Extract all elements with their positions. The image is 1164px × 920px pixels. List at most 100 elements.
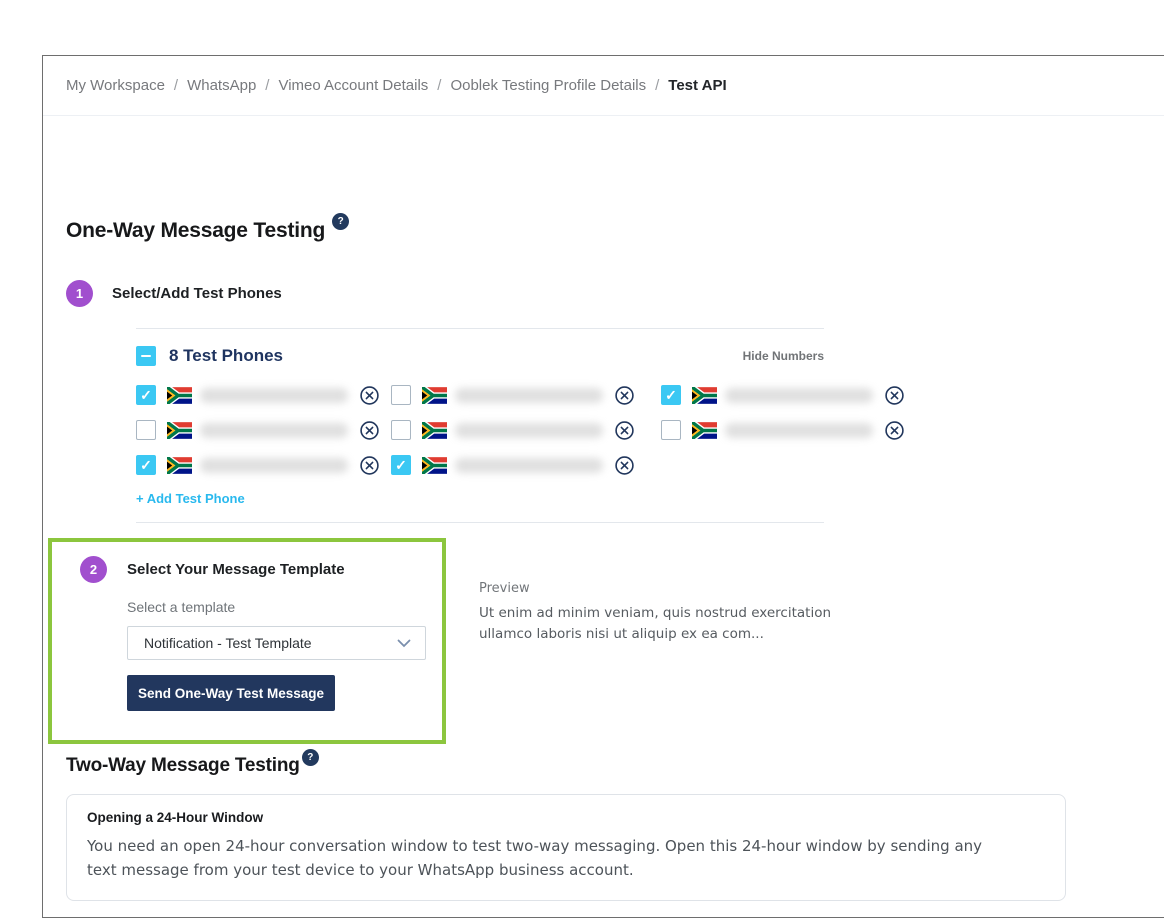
test-phone-item: ✓ (391, 454, 661, 476)
blurred-phone-number (200, 388, 348, 403)
blurred-phone-number (455, 388, 603, 403)
one-way-section-title: One-Way Message Testing? (66, 219, 1164, 243)
remove-phone-icon (360, 421, 379, 440)
remove-phone-icon (360, 456, 379, 475)
south-africa-flag-icon (422, 387, 447, 404)
breadcrumb-item-profile-details[interactable]: Ooblek Testing Profile Details (450, 77, 646, 94)
divider (136, 328, 824, 329)
info-box-body: You need an open 24-hour conversation wi… (87, 834, 992, 882)
remove-phone-icon (885, 421, 904, 440)
step2-number-badge: 2 (80, 556, 107, 583)
test-phone-item: ✓ (136, 454, 391, 476)
blurred-phone-number (725, 423, 873, 438)
south-africa-flag-icon (692, 422, 717, 439)
two-way-section-title: Two-Way Message Testing? (66, 755, 1164, 777)
phone-checkbox[interactable]: ✓ (136, 455, 156, 475)
breadcrumb-item-account-details[interactable]: Vimeo Account Details (278, 77, 428, 94)
info-box-title: Opening a 24-Hour Window (87, 810, 1045, 825)
send-one-way-test-button[interactable]: Send One-Way Test Message (127, 675, 335, 711)
flag-icon-slot (167, 422, 192, 439)
remove-phone-icon (615, 421, 634, 440)
south-africa-flag-icon (692, 387, 717, 404)
phone-checkbox[interactable]: ✓ (661, 420, 681, 440)
test-phone-item: ✓ (136, 384, 391, 406)
step1-label: Select/Add Test Phones (112, 285, 282, 302)
divider (136, 522, 824, 523)
blurred-phone-number (725, 388, 873, 403)
flag-icon-slot (422, 387, 447, 404)
chevron-down-icon (397, 639, 411, 648)
help-icon[interactable]: ? (302, 749, 319, 766)
flag-icon-slot (692, 387, 717, 404)
flag-icon-slot (167, 457, 192, 474)
step1-number-badge: 1 (66, 280, 93, 307)
content: One-Way Message Testing? 1 Select/Add Te… (43, 219, 1164, 901)
blurred-phone-number (200, 458, 348, 473)
phone-checkbox[interactable]: ✓ (391, 420, 411, 440)
step2-row: 2 Select Your Message Template Select a … (66, 538, 1164, 744)
test-phone-item: ✓ (661, 384, 916, 406)
breadcrumb-item-workspace[interactable]: My Workspace (66, 77, 165, 94)
phone-checkbox[interactable]: ✓ (136, 420, 156, 440)
south-africa-flag-icon (422, 422, 447, 439)
breadcrumb: My Workspace / WhatsApp / Vimeo Account … (66, 77, 727, 94)
two-way-title-text: Two-Way Message Testing (66, 755, 300, 776)
test-phone-item: ✓ (391, 384, 661, 406)
south-africa-flag-icon (167, 387, 192, 404)
step2-highlight-box: 2 Select Your Message Template Select a … (48, 538, 446, 744)
breadcrumb-separator: / (174, 77, 178, 94)
test-phone-item: ✓ (391, 419, 661, 441)
remove-phone-button[interactable] (885, 421, 904, 440)
phone-checkbox[interactable]: ✓ (391, 385, 411, 405)
south-africa-flag-icon (167, 422, 192, 439)
breadcrumb-row: My Workspace / WhatsApp / Vimeo Account … (43, 56, 1164, 116)
remove-phone-button[interactable] (615, 456, 634, 475)
page: My Workspace / WhatsApp / Vimeo Account … (0, 0, 1164, 920)
south-africa-flag-icon (167, 457, 192, 474)
template-select-value: Notification - Test Template (144, 635, 312, 651)
flag-icon-slot (422, 422, 447, 439)
remove-phone-button[interactable] (885, 386, 904, 405)
remove-phone-button[interactable] (360, 386, 379, 405)
remove-phone-icon (615, 386, 634, 405)
main-card: My Workspace / WhatsApp / Vimeo Account … (42, 55, 1164, 918)
remove-phone-button[interactable] (615, 421, 634, 440)
remove-phone-icon (615, 456, 634, 475)
select-all-checkbox[interactable] (136, 346, 156, 366)
template-select-dropdown[interactable]: Notification - Test Template (127, 626, 426, 660)
preview-panel: Preview Ut enim ad minim veniam, quis no… (479, 538, 849, 744)
south-africa-flag-icon (422, 457, 447, 474)
phones-header: 8 Test Phones Hide Numbers (136, 346, 824, 366)
test-phone-item: ✓ (661, 419, 916, 441)
blurred-phone-number (455, 458, 603, 473)
phone-checkbox[interactable]: ✓ (136, 385, 156, 405)
preview-label: Preview (479, 581, 849, 596)
remove-phone-button[interactable] (360, 456, 379, 475)
breadcrumb-separator: / (265, 77, 269, 94)
phones-count-title: 8 Test Phones (169, 346, 283, 366)
test-phone-grid: ✓ ✓ ✓ (136, 384, 824, 476)
hide-numbers-toggle[interactable]: Hide Numbers (743, 349, 824, 363)
preview-text: Ut enim ad minim veniam, quis nostrud ex… (479, 603, 849, 645)
step2-label: Select Your Message Template (127, 561, 345, 578)
phone-checkbox[interactable]: ✓ (661, 385, 681, 405)
flag-icon-slot (422, 457, 447, 474)
24-hour-window-info-box: Opening a 24-Hour Window You need an ope… (66, 794, 1066, 901)
breadcrumb-item-whatsapp[interactable]: WhatsApp (187, 77, 256, 94)
template-select-label: Select a template (127, 599, 422, 615)
step1-header: 1 Select/Add Test Phones (66, 280, 1164, 307)
test-phone-item: ✓ (136, 419, 391, 441)
add-test-phone-link[interactable]: + Add Test Phone (136, 491, 245, 506)
help-icon[interactable]: ? (332, 213, 349, 230)
phone-checkbox[interactable]: ✓ (391, 455, 411, 475)
remove-phone-button[interactable] (360, 421, 379, 440)
breadcrumb-separator: / (655, 77, 659, 94)
breadcrumb-current-test-api: Test API (668, 77, 726, 94)
flag-icon-slot (692, 422, 717, 439)
remove-phone-icon (360, 386, 379, 405)
flag-icon-slot (167, 387, 192, 404)
blurred-phone-number (200, 423, 348, 438)
step2-header: 2 Select Your Message Template (80, 556, 422, 583)
remove-phone-button[interactable] (615, 386, 634, 405)
breadcrumb-separator: / (437, 77, 441, 94)
